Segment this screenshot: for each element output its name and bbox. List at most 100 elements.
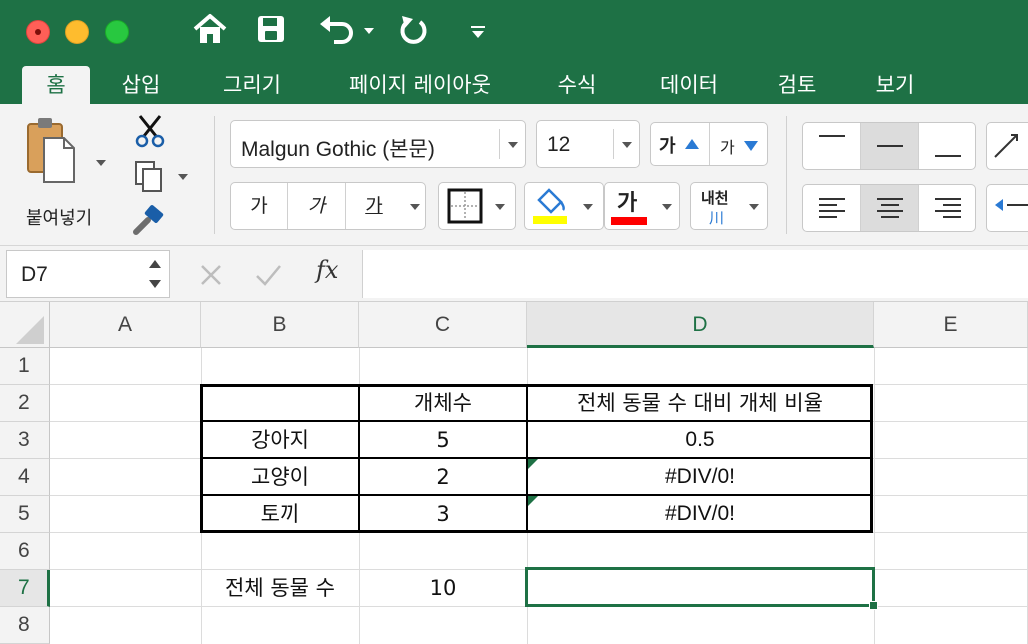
customize-toolbar-icon[interactable] [470, 24, 486, 40]
copy-icon[interactable] [134, 160, 164, 194]
row-header-8[interactable]: 8 [0, 607, 50, 644]
error-indicator-icon[interactable] [528, 496, 538, 506]
shrink-font-button[interactable]: 가 [710, 123, 768, 165]
selected-cell-d7[interactable] [525, 567, 875, 607]
cell-d2[interactable]: 전체 동물 수 대비 개체 비율 [528, 385, 872, 421]
grow-font-button[interactable]: 가 [651, 123, 710, 165]
tab-formulas[interactable]: 수식 [544, 66, 610, 104]
align-top-button[interactable] [803, 123, 861, 169]
font-color-dropdown-icon [662, 204, 672, 210]
cell-c7[interactable]: 10 [360, 570, 526, 606]
align-bottom-button[interactable] [919, 123, 976, 169]
cell-b5[interactable]: 토끼 [202, 496, 358, 532]
copy-dropdown-icon[interactable] [178, 174, 188, 180]
shrink-arrow-icon [744, 141, 758, 151]
align-right-button[interactable] [919, 185, 976, 231]
decrease-indent-icon [995, 199, 1028, 211]
column-header-d[interactable]: D [527, 302, 874, 348]
tab-data[interactable]: 데이터 [644, 66, 734, 104]
fill-color-button[interactable] [524, 182, 604, 230]
cell-c3[interactable]: 5 [360, 422, 526, 458]
row-header-5[interactable]: 5 [0, 496, 50, 533]
font-size-value: 12 [547, 133, 571, 156]
font-name-dropdown-icon [508, 142, 518, 148]
error-indicator-icon[interactable] [528, 459, 538, 469]
tab-home[interactable]: 홈 [22, 66, 90, 104]
font-size-dropdown[interactable]: 12 [536, 120, 640, 168]
insert-function-button[interactable]: fx [316, 256, 338, 284]
align-left-icon [819, 198, 845, 218]
name-box-stepper-icon[interactable] [147, 258, 163, 290]
row-header-1[interactable]: 1 [0, 348, 50, 385]
cut-icon[interactable] [134, 114, 166, 148]
formula-input[interactable] [362, 250, 1028, 298]
paste-dropdown-icon[interactable] [96, 160, 106, 166]
font-color-swatch [611, 217, 647, 225]
paste-label: 붙여넣기 [26, 208, 93, 229]
font-color-button[interactable]: 가 [604, 182, 680, 230]
underline-dropdown-icon[interactable] [410, 204, 420, 210]
select-all-corner[interactable] [0, 302, 50, 348]
bold-button[interactable]: 가 [231, 183, 288, 229]
cell-b4[interactable]: 고양이 [202, 459, 358, 495]
cancel-formula-icon[interactable] [198, 262, 226, 290]
row-header-4[interactable]: 4 [0, 459, 50, 496]
align-middle-button[interactable] [861, 123, 919, 169]
tab-insert[interactable]: 삽입 [108, 66, 174, 104]
cell-b3[interactable]: 강아지 [202, 422, 358, 458]
align-top-icon [819, 135, 845, 137]
tab-draw[interactable]: 그리기 [206, 66, 298, 104]
borders-button[interactable] [438, 182, 516, 230]
horizontal-align-group [802, 184, 976, 232]
cell-d3[interactable]: 0.5 [528, 422, 872, 458]
vertical-align-group [802, 122, 976, 170]
zoom-window-button[interactable] [105, 20, 129, 44]
font-name-dropdown[interactable]: Malgun Gothic (본문) [230, 120, 526, 168]
cell-c5[interactable]: 3 [360, 496, 526, 532]
tab-review[interactable]: 검토 [764, 66, 830, 104]
align-center-icon [877, 198, 903, 218]
paste-button[interactable]: 붙여넣기 [14, 116, 106, 229]
name-box[interactable]: D7 [6, 250, 170, 298]
align-middle-icon [877, 145, 903, 147]
undo-icon[interactable] [318, 14, 358, 44]
cell-c4[interactable]: 2 [360, 459, 526, 495]
phonetic-bottom-label: 川 [709, 209, 725, 227]
bold-italic-underline-group: 가 가 가 [230, 182, 426, 230]
column-header-e[interactable]: E [874, 302, 1028, 348]
underline-button[interactable]: 가 [346, 183, 402, 229]
undo-dropdown-icon[interactable] [364, 28, 374, 34]
decrease-indent-button[interactable] [986, 184, 1028, 232]
home-icon[interactable] [192, 12, 228, 46]
minimize-window-button[interactable] [65, 20, 89, 44]
fill-handle[interactable] [869, 601, 878, 610]
cell-b7[interactable]: 전체 동물 수 [202, 570, 358, 606]
phonetic-guide-button[interactable]: 내천 川 [690, 182, 768, 230]
phonetic-dropdown-icon [749, 204, 759, 210]
tab-page-layout[interactable]: 페이지 레이아웃 [330, 66, 510, 104]
tab-view[interactable]: 보기 [862, 66, 928, 104]
column-header-a[interactable]: A [50, 302, 201, 348]
redo-icon[interactable] [398, 14, 432, 46]
row-header-7[interactable]: 7 [0, 570, 50, 607]
column-header-c[interactable]: C [359, 302, 527, 348]
save-icon[interactable] [256, 14, 286, 44]
italic-button[interactable]: 가 [288, 183, 346, 229]
orientation-button[interactable] [986, 122, 1028, 170]
align-center-button[interactable] [861, 185, 919, 231]
cell-d4[interactable]: #DIV/0! [528, 459, 872, 495]
format-painter-icon[interactable] [132, 204, 166, 236]
column-header-b[interactable]: B [201, 302, 359, 348]
ribbon-home: 붙여넣기 Malgun Gothic (본문) 12 가 가 가 가 가 가 내… [0, 104, 1028, 246]
align-left-button[interactable] [803, 185, 861, 231]
paste-icon [27, 118, 75, 183]
font-name-value: Malgun Gothic (본문) [241, 138, 435, 161]
fill-color-icon [533, 188, 567, 224]
close-window-button[interactable] [26, 20, 50, 44]
cell-c2[interactable]: 개체수 [360, 385, 526, 421]
row-header-6[interactable]: 6 [0, 533, 50, 570]
row-header-2[interactable]: 2 [0, 385, 50, 422]
row-header-3[interactable]: 3 [0, 422, 50, 459]
cell-d5[interactable]: #DIV/0! [528, 496, 872, 532]
enter-formula-icon[interactable] [254, 262, 284, 290]
